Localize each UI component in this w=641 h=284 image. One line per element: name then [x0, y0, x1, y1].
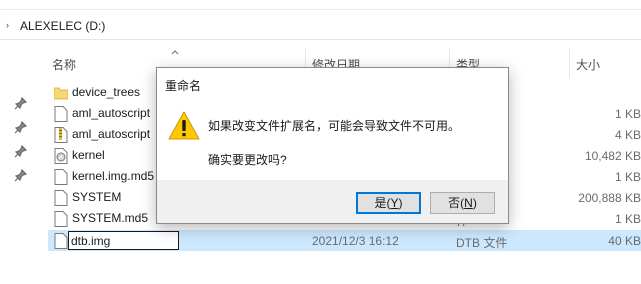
chevron-right-icon[interactable]: › — [6, 19, 16, 31]
file-size: 200,888 KB — [578, 191, 641, 205]
no-button-close-paren: ) — [472, 196, 477, 210]
no-button-label: 否( — [448, 196, 465, 210]
file-icon — [54, 190, 68, 206]
address-bar[interactable]: › ALEXELEC (D:) — [0, 12, 641, 40]
pin-icon[interactable] — [14, 96, 28, 110]
dialog-title: 重命名 — [165, 79, 202, 93]
file-size: 1 KB — [614, 170, 641, 184]
pin-icon[interactable] — [14, 120, 28, 134]
file-size: 1 KB — [614, 107, 641, 121]
pin-icon[interactable] — [14, 144, 28, 158]
file-name: device_trees — [72, 85, 141, 99]
folder-icon — [54, 87, 68, 100]
navigation-pane — [0, 80, 44, 284]
address-path[interactable]: ALEXELEC (D:) — [20, 19, 105, 33]
file-size: 1 KB — [614, 212, 641, 226]
file-row-selected[interactable]: 2021/12/3 16:12 DTB 文件 40 KB — [48, 230, 641, 251]
zip-file-icon — [54, 127, 68, 143]
file-icon — [54, 233, 68, 249]
dialog-message: 如果改变文件扩展名，可能会导致文件不可用。 — [208, 119, 461, 133]
column-divider[interactable] — [569, 48, 570, 78]
no-button-accesskey: N — [464, 196, 473, 210]
file-size: 10,482 KB — [584, 149, 641, 163]
dialog-body: 如果改变文件扩展名，可能会导致文件不可用。 确实要更改吗? — [157, 98, 508, 180]
file-icon — [54, 169, 68, 185]
file-name: SYSTEM.md5 — [72, 211, 149, 225]
yes-button[interactable]: 是(Y) — [356, 192, 421, 214]
rename-input[interactable] — [68, 231, 179, 250]
file-size: 4 KB — [614, 128, 641, 142]
sort-up-icon — [171, 50, 179, 55]
title-strip — [0, 0, 641, 10]
file-name: kernel — [72, 148, 105, 162]
column-header-size[interactable]: 大小 — [576, 56, 600, 73]
disc-image-icon — [54, 148, 68, 164]
warning-icon — [168, 111, 200, 140]
yes-button-accesskey: Y — [390, 196, 399, 210]
file-size: 40 KB — [608, 234, 641, 248]
column-header-name[interactable]: 名称 — [52, 56, 76, 73]
dialog-question: 确实要更改吗? — [208, 153, 287, 167]
yes-button-close-paren: ) — [398, 196, 403, 210]
file-name: SYSTEM — [72, 190, 122, 204]
file-name: aml_autoscript — [72, 106, 151, 120]
file-name: kernel.img.md5 — [72, 169, 155, 183]
file-type: DTB 文件 — [456, 236, 508, 250]
file-icon — [54, 106, 68, 122]
no-button[interactable]: 否(N) — [430, 192, 495, 214]
pin-icon[interactable] — [14, 168, 28, 182]
file-icon — [54, 211, 68, 227]
dialog-footer: 是(Y) 否(N) — [157, 180, 508, 223]
file-name: aml_autoscript — [72, 127, 151, 141]
file-date: 2021/12/3 16:12 — [312, 234, 399, 248]
yes-button-label: 是( — [374, 196, 391, 210]
rename-dialog: 重命名 如果改变文件扩展名，可能会导致文件不可用。 确实要更改吗? 是(Y) 否… — [156, 67, 509, 224]
